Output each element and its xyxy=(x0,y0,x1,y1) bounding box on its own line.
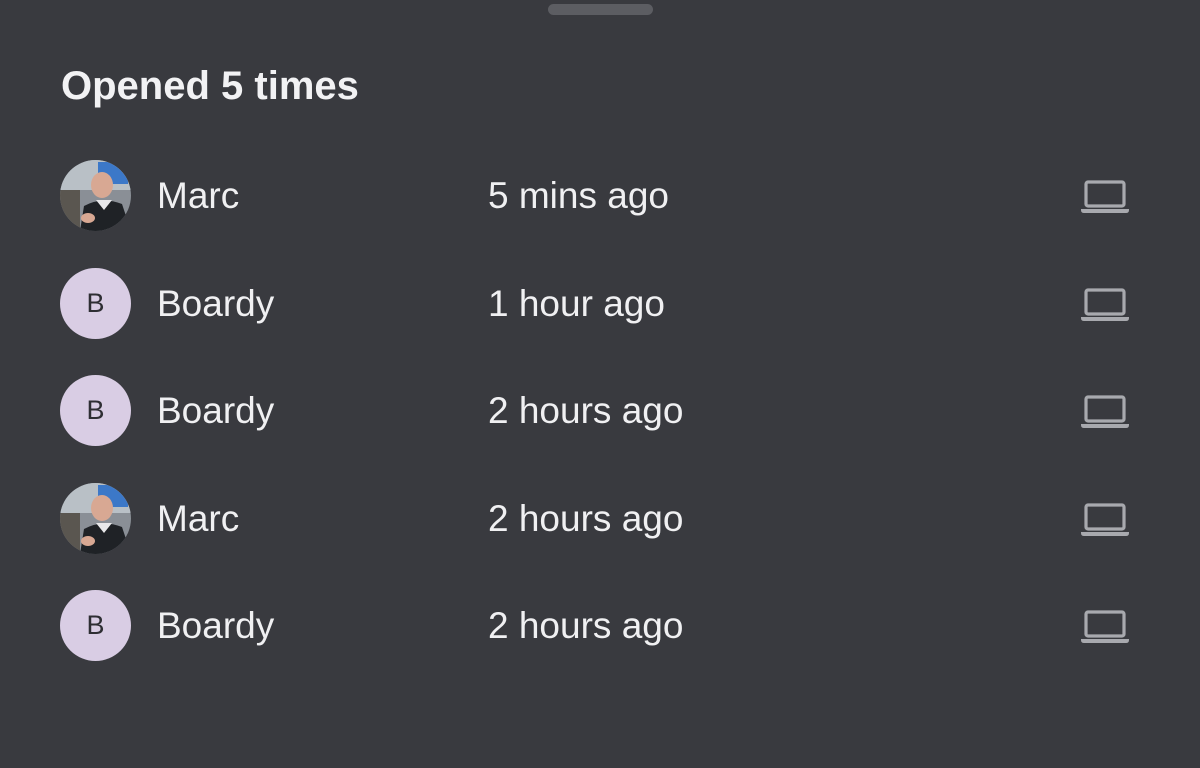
viewer-name: Boardy xyxy=(157,390,275,431)
open-row[interactable]: Marc 5 mins ago xyxy=(0,142,1200,250)
viewer-name: Marc xyxy=(157,175,240,216)
avatar-photo-icon xyxy=(60,482,131,554)
open-time: 2 hours ago xyxy=(488,390,684,431)
open-time: 5 mins ago xyxy=(488,175,669,216)
opens-list: Marc 5 mins ago B Boardy 1 hour ago B Bo… xyxy=(0,142,1200,680)
avatar-photo xyxy=(60,482,131,554)
viewer-name: Marc xyxy=(157,497,240,539)
laptop-icon xyxy=(1080,610,1130,644)
open-row[interactable]: B Boardy 1 hour ago xyxy=(0,250,1200,358)
open-row[interactable]: B Boardy 2 hours ago xyxy=(0,572,1200,680)
sheet-title: Opened 5 times xyxy=(61,64,359,108)
open-row[interactable]: B Boardy 2 hours ago xyxy=(0,357,1200,465)
laptop-icon xyxy=(1080,395,1130,429)
opens-sheet: Opened 5 times Marc 5 mins ago B Boardy … xyxy=(0,0,1200,768)
open-time: 1 hour ago xyxy=(488,282,665,324)
avatar-initial: B xyxy=(60,375,131,446)
sheet-grabber-handle[interactable] xyxy=(548,4,653,15)
open-row[interactable]: Marc 2 hours ago xyxy=(0,465,1200,573)
avatar-initial: B xyxy=(60,267,131,339)
avatar-photo xyxy=(60,160,131,231)
avatar-initial: B xyxy=(60,590,131,661)
open-time: 2 hours ago xyxy=(488,497,684,539)
laptop-icon xyxy=(1080,180,1130,214)
laptop-icon xyxy=(1080,287,1130,322)
avatar-photo-icon xyxy=(60,160,131,231)
viewer-name: Boardy xyxy=(157,282,275,324)
laptop-icon xyxy=(1080,502,1130,537)
open-time: 2 hours ago xyxy=(488,605,684,646)
viewer-name: Boardy xyxy=(157,605,275,646)
